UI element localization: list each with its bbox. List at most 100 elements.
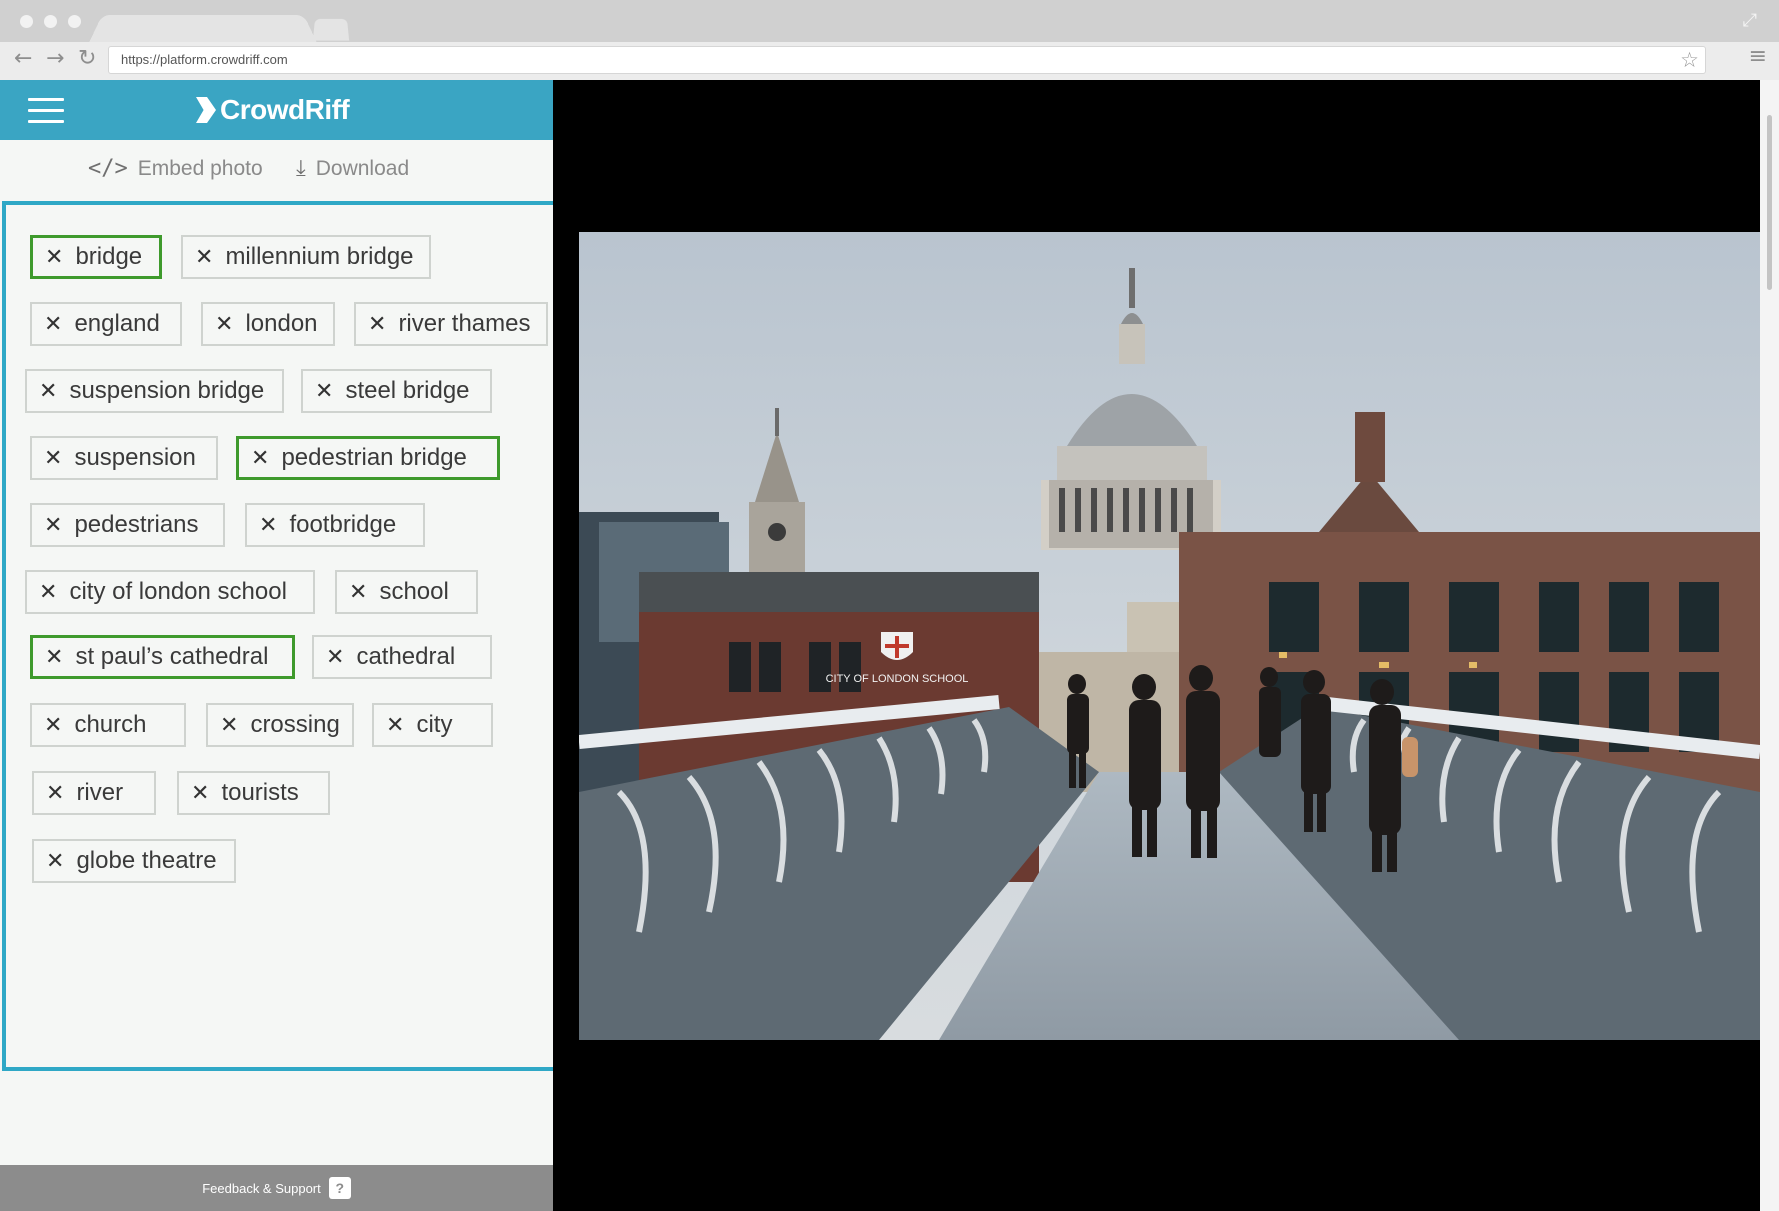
tag-label: tourists bbox=[221, 779, 299, 806]
sidebar: CrowdRiff </> Embed photo ⤓ Download ✕ br… bbox=[0, 80, 578, 1211]
remove-tag-icon[interactable]: ✕ bbox=[195, 245, 213, 270]
browser-toolbar: ← → ↻ https://platform.crowdriff.com ☆ ≡ bbox=[0, 42, 1779, 80]
tag-label: footbridge bbox=[289, 511, 397, 538]
embed-photo-button[interactable]: </> Embed photo bbox=[88, 156, 263, 181]
tag-chip[interactable]: ✕ footbridge bbox=[245, 503, 425, 547]
fullscreen-icon[interactable]: ⤢ bbox=[1743, 10, 1757, 31]
forward-icon[interactable]: → bbox=[46, 46, 64, 71]
tag-label: city bbox=[416, 711, 453, 738]
tab-strip: ⤢ bbox=[0, 0, 1779, 43]
feedback-support-label: Feedback & Support bbox=[202, 1180, 321, 1196]
back-icon[interactable]: ← bbox=[14, 46, 32, 71]
address-bar[interactable]: https://platform.crowdriff.com ☆ bbox=[108, 46, 1706, 74]
tag-chip[interactable]: ✕ steel bridge bbox=[301, 369, 492, 413]
url-text: https://platform.crowdriff.com bbox=[121, 52, 288, 67]
tag-label: suspension bbox=[74, 444, 196, 471]
tag-label: school bbox=[379, 578, 449, 605]
window-zoom-dot[interactable] bbox=[68, 15, 81, 28]
page-scrollbar[interactable] bbox=[1760, 80, 1779, 1211]
tag-chip[interactable]: ✕ river thames bbox=[354, 302, 548, 346]
download-label: Download bbox=[315, 156, 410, 180]
tag-label: river bbox=[76, 779, 124, 806]
remove-tag-icon[interactable]: ✕ bbox=[220, 713, 238, 738]
remove-tag-icon[interactable]: ✕ bbox=[44, 446, 62, 471]
tag-label: pedestrian bridge bbox=[281, 444, 467, 471]
tag-chip[interactable]: ✕ suspension bbox=[30, 436, 218, 480]
remove-tag-icon[interactable]: ✕ bbox=[349, 580, 367, 605]
tag-label: pedestrians bbox=[74, 511, 199, 538]
remove-tag-icon[interactable]: ✕ bbox=[45, 645, 63, 670]
app-header: CrowdRiff bbox=[0, 80, 553, 140]
tag-chip[interactable]: ✕ england bbox=[30, 302, 182, 346]
tag-chip[interactable]: ✕ tourists bbox=[177, 771, 330, 815]
window-close-dot[interactable] bbox=[20, 15, 33, 28]
remove-tag-icon[interactable]: ✕ bbox=[44, 312, 62, 337]
browser-menu-icon[interactable]: ≡ bbox=[1749, 44, 1767, 69]
tag-chip[interactable]: ✕ cathedral bbox=[312, 635, 492, 679]
tag-label: river thames bbox=[398, 310, 531, 337]
tag-label: millennium bridge bbox=[225, 243, 414, 270]
hamburger-menu-icon[interactable] bbox=[28, 98, 64, 124]
browser-chrome: ⤢ ← → ↻ https://platform.crowdriff.com ☆… bbox=[0, 0, 1779, 80]
tag-label: london bbox=[245, 310, 318, 337]
tag-chip[interactable]: ✕ bridge bbox=[30, 235, 162, 279]
photo-illustration: CITY OF LONDON SCHOOL bbox=[579, 232, 1760, 1040]
tag-label: suspension bridge bbox=[69, 377, 265, 404]
remove-tag-icon[interactable]: ✕ bbox=[44, 713, 62, 738]
crowdriff-logo-icon bbox=[196, 97, 216, 123]
tag-chip[interactable]: ✕ globe theatre bbox=[32, 839, 236, 883]
tag-label: globe theatre bbox=[76, 847, 217, 874]
scrollbar-thumb[interactable] bbox=[1767, 115, 1772, 290]
remove-tag-icon[interactable]: ✕ bbox=[46, 781, 64, 806]
tag-label: cathedral bbox=[356, 643, 456, 670]
remove-tag-icon[interactable]: ✕ bbox=[39, 379, 57, 404]
download-icon: ⤓ bbox=[296, 156, 306, 181]
new-tab-button[interactable] bbox=[312, 18, 350, 41]
main-photo: CITY OF LONDON SCHOOL bbox=[579, 232, 1760, 1040]
reload-icon[interactable]: ↻ bbox=[78, 46, 96, 71]
tag-list: ✕ bridge ✕ millennium bridge ✕ england ✕ lon… bbox=[2, 201, 578, 1071]
remove-tag-icon[interactable]: ✕ bbox=[46, 849, 64, 874]
remove-tag-icon[interactable]: ✕ bbox=[368, 312, 386, 337]
tag-label: st paul’s cathedral bbox=[75, 643, 269, 670]
tag-chip[interactable]: ✕ london bbox=[201, 302, 335, 346]
remove-tag-icon[interactable]: ✕ bbox=[315, 379, 333, 404]
tag-chip[interactable]: ✕ city of london school bbox=[25, 570, 315, 614]
remove-tag-icon[interactable]: ✕ bbox=[44, 513, 62, 538]
remove-tag-icon[interactable]: ✕ bbox=[191, 781, 209, 806]
feedback-support-bar[interactable]: Feedback & Support ? bbox=[0, 1165, 553, 1211]
tag-chip[interactable]: ✕ school bbox=[335, 570, 478, 614]
download-button[interactable]: ⤓ Download bbox=[296, 156, 409, 181]
tag-label: steel bridge bbox=[345, 377, 470, 404]
brand-name: CrowdRiff bbox=[220, 94, 350, 125]
tag-chip[interactable]: ✕ suspension bridge bbox=[25, 369, 284, 413]
browser-tab[interactable] bbox=[89, 15, 317, 43]
school-sign: CITY OF LONDON SCHOOL bbox=[826, 673, 969, 685]
tag-label: england bbox=[74, 310, 160, 337]
tag-label: crossing bbox=[250, 711, 340, 738]
remove-tag-icon[interactable]: ✕ bbox=[39, 580, 57, 605]
tag-chip[interactable]: ✕ city bbox=[372, 703, 493, 747]
tag-chip[interactable]: ✕ river bbox=[32, 771, 156, 815]
tag-chip[interactable]: ✕ pedestrians bbox=[30, 503, 225, 547]
code-icon: </> bbox=[88, 156, 128, 181]
remove-tag-icon[interactable]: ✕ bbox=[251, 446, 269, 471]
bookmark-star-icon[interactable]: ☆ bbox=[1680, 48, 1699, 72]
tag-label: bridge bbox=[75, 243, 143, 270]
tag-chip[interactable]: ✕ church bbox=[30, 703, 186, 747]
help-icon[interactable]: ? bbox=[328, 1177, 351, 1199]
remove-tag-icon[interactable]: ✕ bbox=[215, 312, 233, 337]
tag-label: church bbox=[74, 711, 147, 738]
remove-tag-icon[interactable]: ✕ bbox=[45, 245, 63, 270]
tag-label: city of london school bbox=[69, 578, 287, 605]
tag-chip[interactable]: ✕ pedestrian bridge bbox=[236, 436, 500, 480]
tag-chip[interactable]: ✕ st paul’s cathedral bbox=[30, 635, 295, 679]
remove-tag-icon[interactable]: ✕ bbox=[326, 645, 344, 670]
tag-chip[interactable]: ✕ millennium bridge bbox=[181, 235, 431, 279]
brand-logo: CrowdRiff bbox=[196, 93, 350, 127]
tag-chip[interactable]: ✕ crossing bbox=[206, 703, 354, 747]
remove-tag-icon[interactable]: ✕ bbox=[259, 513, 277, 538]
embed-photo-label: Embed photo bbox=[137, 156, 263, 180]
remove-tag-icon[interactable]: ✕ bbox=[386, 713, 404, 738]
window-minimize-dot[interactable] bbox=[44, 15, 57, 28]
